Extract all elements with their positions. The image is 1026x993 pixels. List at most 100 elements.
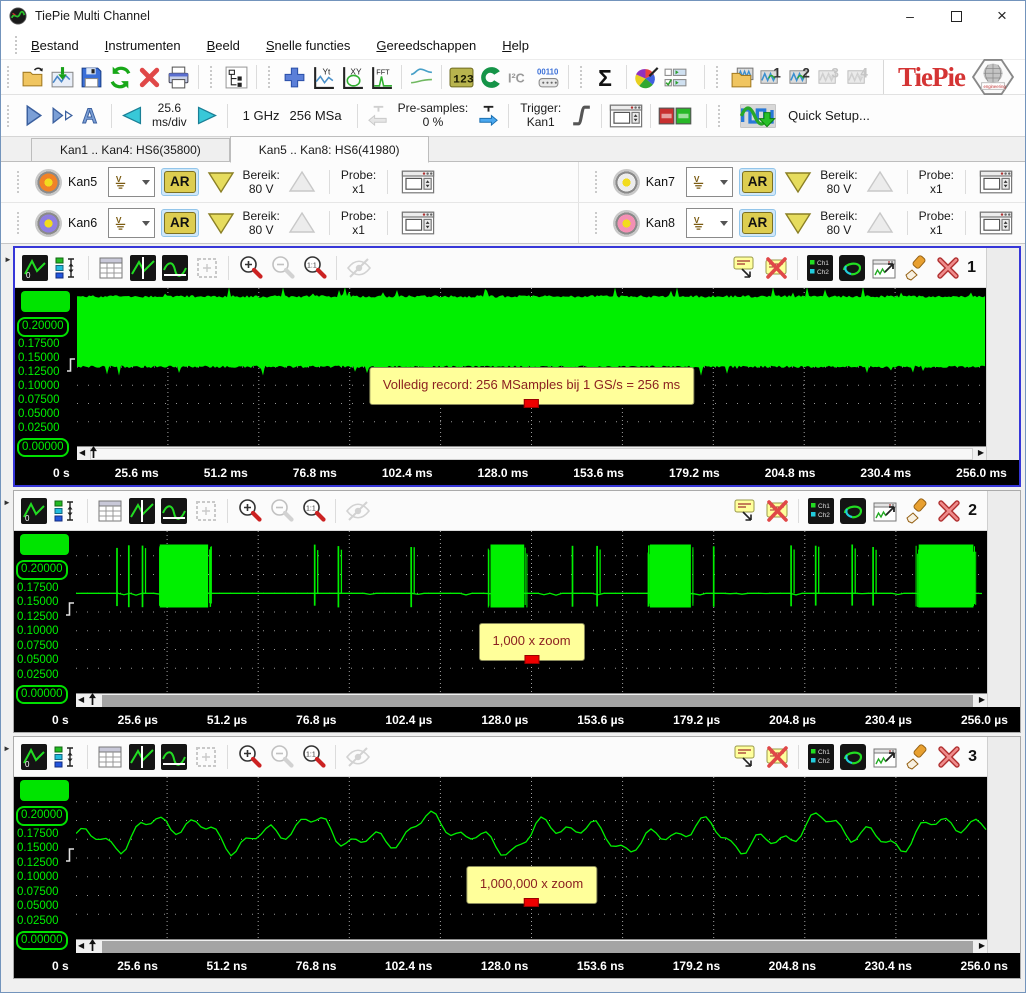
coupling-select[interactable]: V — [108, 167, 155, 197]
auto-range-button[interactable]: AR — [161, 209, 199, 237]
scroll-left-arrow-icon[interactable]: ◀ — [78, 941, 84, 950]
trigger-dialog-button[interactable] — [607, 99, 645, 133]
axis-color-bar[interactable] — [20, 780, 69, 801]
save-data-button[interactable] — [48, 63, 77, 92]
minimize-button[interactable]: – — [887, 1, 933, 31]
setup-4-button[interactable]: 4 — [844, 63, 873, 92]
load-setup-button[interactable] — [728, 63, 757, 92]
menu-item-0[interactable]: Bestand — [31, 38, 79, 53]
range-down-button[interactable] — [782, 209, 814, 237]
y-axis[interactable]: 0.200000.175000.150000.125000.100000.075… — [14, 531, 76, 707]
close-graph-button[interactable] — [933, 495, 964, 526]
bnc-connector-icon[interactable] — [613, 169, 640, 196]
hide-source-button[interactable] — [342, 495, 373, 526]
scrollbar-thumb[interactable] — [102, 941, 973, 953]
setup-2-button[interactable]: 2 — [786, 63, 815, 92]
splitter-arrow-icon[interactable]: ► — [3, 745, 11, 753]
channel-settings-button[interactable] — [977, 206, 1015, 240]
scroll-left-arrow-icon[interactable]: ◀ — [79, 448, 85, 457]
channel-settings-button[interactable] — [399, 165, 437, 199]
remove-comment-button[interactable] — [761, 741, 792, 772]
setup-3-button[interactable]: 3 — [815, 63, 844, 92]
range-up-button[interactable] — [864, 209, 896, 237]
xy-mode-button[interactable] — [837, 741, 868, 772]
trigger-level-marker[interactable] — [66, 357, 77, 378]
measurements-table-button[interactable] — [94, 495, 125, 526]
zoom-reset-button[interactable]: 1:1 — [298, 741, 329, 772]
zoom-in-button[interactable] — [234, 495, 265, 526]
line-graph-button[interactable] — [407, 63, 436, 92]
open-button[interactable] — [19, 63, 48, 92]
yt-graph-button[interactable]: Yt — [309, 63, 338, 92]
scroll-left-arrow-icon[interactable]: ◀ — [78, 695, 84, 704]
legend-button[interactable]: Ch1Ch2 — [805, 495, 836, 526]
zoom-out-button[interactable] — [266, 495, 297, 526]
bnc-connector-icon[interactable] — [35, 169, 62, 196]
vertical-cursor-button[interactable] — [126, 741, 157, 772]
add-comment-button[interactable] — [728, 252, 759, 283]
scroll-right-arrow-icon[interactable]: ▶ — [979, 695, 985, 704]
erase-button[interactable] — [901, 741, 932, 772]
chart-area[interactable]: Volledig record: 256 MSamples bij 1 GS/s… — [77, 288, 986, 446]
range-down-button[interactable] — [782, 168, 814, 196]
vertical-cursor-button[interactable] — [127, 252, 158, 283]
bnc-connector-icon[interactable] — [35, 210, 62, 237]
annotation-anchor[interactable] — [524, 399, 539, 408]
timebase-faster-button[interactable] — [193, 101, 222, 130]
scroll-right-arrow-icon[interactable]: ▶ — [979, 941, 985, 950]
chart-area[interactable]: 1,000 x zoom — [76, 531, 987, 693]
y-axis[interactable]: 0.200000.175000.150000.125000.100000.075… — [15, 288, 77, 460]
oneshot-button[interactable] — [48, 101, 77, 130]
presamples-decrease-button[interactable] — [363, 101, 392, 130]
object-tree-button[interactable] — [222, 63, 251, 92]
select-zoom-button[interactable] — [191, 252, 222, 283]
measurements-table-button[interactable] — [94, 741, 125, 772]
coupling-select[interactable]: V — [686, 167, 733, 197]
refresh-button[interactable] — [106, 63, 135, 92]
legend-button[interactable]: Ch1Ch2 — [804, 252, 835, 283]
annotation-anchor[interactable] — [524, 898, 539, 907]
close-graph-button[interactable] — [932, 252, 963, 283]
trigger-level-marker[interactable] — [65, 847, 76, 868]
horizontal-cursor-button[interactable] — [158, 741, 189, 772]
axis-zero-button[interactable]: 0 — [19, 252, 50, 283]
tab-kan5-kan8[interactable]: Kan5 .. Kan8: HS6(41980) — [230, 136, 429, 163]
zoom-out-button[interactable] — [266, 741, 297, 772]
remove-comment-button[interactable] — [760, 252, 791, 283]
i2c-button[interactable]: I²C — [505, 63, 534, 92]
start-button[interactable] — [19, 101, 48, 130]
channel-offsets-button[interactable] — [51, 252, 82, 283]
add-comment-button[interactable] — [729, 741, 760, 772]
coupling-select[interactable]: V — [686, 208, 733, 238]
popout-graph-button[interactable] — [869, 741, 900, 772]
auto-range-button[interactable]: AR — [161, 168, 199, 196]
menu-item-2[interactable]: Beeld — [207, 38, 240, 53]
record-scrollbar[interactable]: ◀ ▶ — [76, 693, 987, 707]
chart-area[interactable]: 1,000,000 x zoom — [76, 777, 987, 939]
menu-item-5[interactable]: Help — [502, 38, 529, 53]
colors-button[interactable] — [632, 63, 661, 92]
menu-item-3[interactable]: Snelle functies — [266, 38, 351, 53]
tab-kan1-kan4[interactable]: Kan1 .. Kan4: HS6(35800) — [31, 138, 230, 162]
close-graph-button[interactable] — [933, 741, 964, 772]
range-down-button[interactable] — [205, 209, 237, 237]
annotation-tooltip[interactable]: 1,000 x zoom — [478, 623, 584, 661]
annotation-anchor[interactable] — [524, 655, 539, 664]
y-axis[interactable]: 0.200000.175000.150000.125000.100000.075… — [14, 777, 76, 953]
trigger-edge-button[interactable] — [567, 101, 596, 130]
scroll-right-arrow-icon[interactable]: ▶ — [978, 448, 984, 457]
splitter-arrow-icon[interactable]: ► — [4, 256, 12, 264]
zoom-in-button[interactable] — [234, 741, 265, 772]
remove-comment-button[interactable] — [761, 495, 792, 526]
xy-mode-button[interactable] — [837, 495, 868, 526]
c-logo-button[interactable] — [476, 63, 505, 92]
axis-zero-button[interactable]: 0 — [18, 741, 49, 772]
channels-onoff-button[interactable] — [656, 99, 694, 133]
select-zoom-button[interactable] — [190, 495, 221, 526]
timebase-slower-button[interactable] — [117, 101, 146, 130]
setup-1-button[interactable]: 1 — [757, 63, 786, 92]
scrollbar-thumb[interactable] — [102, 695, 973, 707]
range-up-button[interactable] — [286, 168, 318, 196]
autosetup-button[interactable]: A — [77, 101, 106, 130]
erase-button[interactable] — [900, 252, 931, 283]
